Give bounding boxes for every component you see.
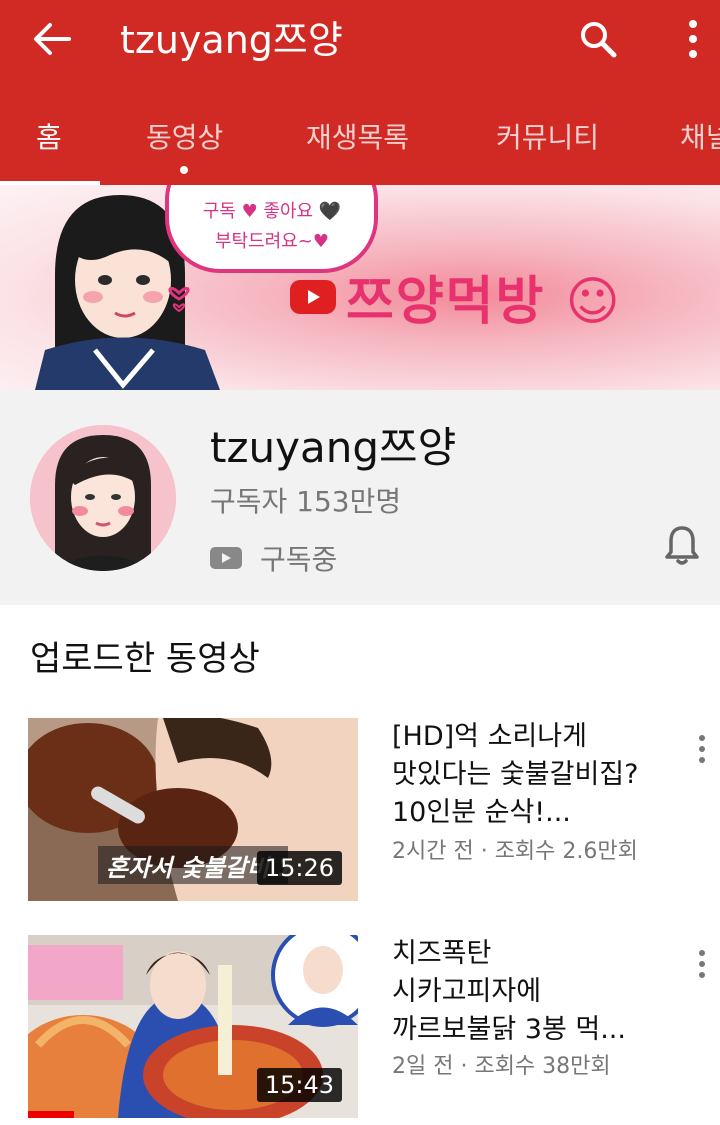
channel-banner: 구독 ♥ 좋아요 🖤 부탁드려요~♥ 쯔양먹방 ☺: [0, 185, 720, 390]
back-button[interactable]: [22, 16, 82, 62]
banner-brand: 쯔양먹방 ☺: [290, 259, 622, 334]
video-title[interactable]: [HD]억 소리나게 맛있다는 숯불갈비집? 10인분 순삭!...: [392, 718, 677, 832]
heart-icon: [168, 286, 190, 313]
subscriber-count: 구독자 153만명: [210, 485, 402, 518]
search-button[interactable]: [570, 14, 626, 64]
tab-community[interactable]: 커뮤니티: [496, 100, 599, 185]
video-title[interactable]: 치즈폭탄 시카고피자에 까르보불닭 3봉 먹...: [392, 935, 677, 1049]
new-content-dot: [180, 166, 188, 174]
video-item[interactable]: 15:43 치즈폭탄 시카고피자에 까르보불닭 3봉 먹... 2일 전 · 조…: [0, 935, 720, 1125]
video-meta: 2일 전 · 조회수 38만회: [392, 1054, 611, 1079]
more-vert-icon: [699, 735, 705, 763]
channel-tabs: 홈 동영상 재생목록 커뮤니티 채널: [0, 100, 720, 185]
channel-name: tzuyang쯔양: [210, 423, 457, 472]
more-vert-icon: [689, 20, 697, 58]
youtube-play-icon: [210, 547, 242, 569]
banner-brand-text: 쯔양먹방 ☺: [346, 272, 622, 332]
video-thumbnail[interactable]: 15:43: [28, 935, 358, 1118]
video-item[interactable]: 혼자서 숯불갈비 1 15:26 [HD]억 소리나게 맛있다는 숯불갈비집? …: [0, 718, 720, 908]
search-icon: [581, 22, 617, 58]
subscribed-status[interactable]: 구독중: [210, 534, 337, 582]
app-title: tzuyang쯔양: [120, 18, 343, 62]
subscribed-label: 구독중: [260, 543, 338, 576]
uploads-section-title: 업로드한 동영상: [30, 639, 260, 679]
video-options-button[interactable]: [690, 724, 714, 774]
avatar-image: [30, 425, 176, 571]
watch-progress-bar: [28, 1111, 74, 1118]
youtube-logo-icon: [290, 279, 336, 314]
more-vert-icon: [699, 950, 705, 978]
bubble-line-1: 구독 ♥ 좋아요 🖤: [202, 201, 342, 222]
tab-home[interactable]: 홈: [36, 100, 62, 185]
video-meta: 2시간 전 · 조회수 2.6만회: [392, 839, 638, 864]
video-thumbnail[interactable]: 혼자서 숯불갈비 1 15:26: [28, 718, 358, 901]
tab-playlists[interactable]: 재생목록: [306, 100, 409, 185]
video-duration: 15:43: [256, 1068, 342, 1102]
video-duration: 15:26: [256, 851, 342, 885]
notification-bell-button[interactable]: [657, 518, 707, 572]
tab-channels[interactable]: 채널: [680, 100, 720, 185]
video-options-button[interactable]: [690, 939, 714, 989]
bubble-line-2: 부탁드려요~♥: [214, 231, 330, 252]
channel-avatar[interactable]: [30, 425, 176, 571]
back-arrow-icon: [34, 23, 71, 55]
bell-icon: [665, 526, 699, 565]
more-options-button[interactable]: [676, 12, 710, 66]
app-bar: tzuyang쯔양 홈 동영상 재생목록 커뮤니티 채널: [0, 0, 720, 185]
